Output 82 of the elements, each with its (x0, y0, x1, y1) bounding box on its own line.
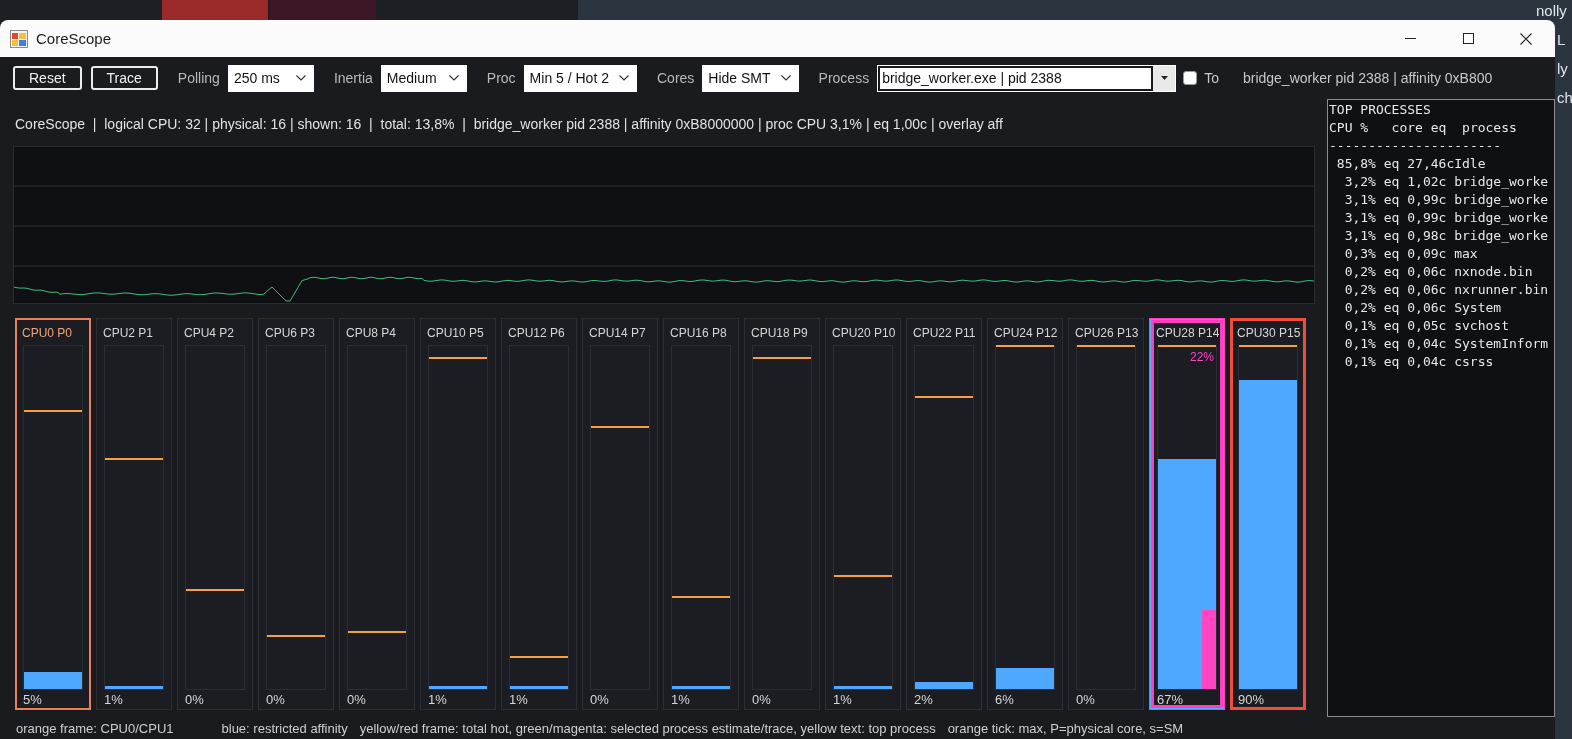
core-percent: 0% (347, 692, 366, 708)
core-percent: 5% (23, 692, 42, 708)
panel-title: TOP PROCESSES (1329, 101, 1431, 119)
process-row-text: 3,1% eq 0,98c bridge_worke (1343, 227, 1549, 245)
process-row-text: 3,1% eq 0,99c bridge_worke (1343, 191, 1549, 209)
chevron-down-icon (780, 75, 791, 81)
process-row-text: 0,2% eq 0,06c System (1343, 299, 1502, 317)
core-label: CPU0 P0 (22, 325, 73, 341)
process-row-text: 0,1% eq 0,05c svchost (1343, 317, 1509, 335)
core-label: CPU14 P7 (589, 325, 646, 341)
core-percent: 0% (266, 692, 285, 708)
dropdown[interactable]: 250 ms (227, 64, 314, 92)
legend-text: yellow/red frame: total hot, green/magenta: selected process estimate/trace, yellow text: top process (359, 720, 936, 736)
core-label: CPU8 P4 (346, 325, 397, 341)
chevron-down-icon (448, 75, 459, 81)
core-percent: 1% (428, 692, 447, 708)
core-label: CPU24 P12 (994, 325, 1058, 341)
status-text: bridge_worker pid 2388 | affinity 0xB800 (1242, 70, 1493, 86)
caret-down-icon (1160, 76, 1168, 80)
process-row-text: 0,2% eq 0,06c nxnode.bin (1343, 263, 1533, 281)
field-label: Polling (177, 70, 220, 86)
background-text: nolly (1536, 1, 1567, 21)
core-label: CPU6 P3 (265, 325, 316, 341)
process-row-text: 3,1% eq 0,99c bridge_worke (1343, 209, 1549, 227)
process-row-text: 0,2% eq 0,06c nxrunner.bin (1343, 281, 1549, 299)
process-row-text: 85,8% eq 27,46cIdle (1335, 155, 1486, 173)
field-label: Inertia (333, 70, 373, 86)
core-percent: 1% (104, 692, 123, 708)
checkbox[interactable] (1183, 71, 1198, 85)
dropdown-button[interactable] (1153, 65, 1176, 91)
core-percent: 67% (1157, 692, 1184, 708)
core-label: CPU4 P2 (184, 325, 235, 341)
summary-text: CoreScope | logical CPU: 32 | physical: 16 | shown: 16 | total: 13,8% | bridge_worker pid 2388 | affinity 0xB8000000 | proc CPU 3,1% | eq 1,00c | overlay aff (15, 115, 1003, 133)
core-percent: 0% (752, 692, 771, 708)
toolbar-button[interactable]: Reset (13, 66, 82, 90)
close-icon (1520, 32, 1532, 45)
maximize-icon (1462, 33, 1474, 44)
process-row-text: 3,2% eq 1,02c bridge_worke (1343, 173, 1549, 191)
core-label: CPU18 P9 (751, 325, 808, 341)
core-percent: 0% (1076, 692, 1095, 708)
core-label: CPU16 P8 (670, 325, 727, 341)
process-row-text: 0,3% eq 0,09c max (1343, 245, 1478, 263)
app-icon (10, 29, 28, 48)
dropdown[interactable]: Hide SMT (702, 64, 799, 92)
core-label: CPU26 P13 (1075, 325, 1139, 341)
core-label: CPU10 P5 (427, 325, 484, 341)
checkbox-label: To (1204, 70, 1219, 86)
core-percent: 1% (509, 692, 528, 708)
background-text: L (1557, 30, 1566, 50)
chevron-down-icon (295, 75, 306, 81)
legend-text: orange frame: CPU0/CPU1 (16, 720, 174, 736)
window-title: CoreScope (36, 30, 112, 47)
field-label: Cores (657, 70, 695, 86)
legend-text: blue: restricted affinity (221, 720, 348, 736)
core-label: CPU30 P15 (1237, 325, 1301, 341)
core-percent: 0% (185, 692, 204, 708)
field-label: Process (818, 70, 870, 86)
column-header: CPU % core eq process (1329, 119, 1517, 137)
toolbar-button[interactable]: Trace (90, 66, 158, 90)
dropdown[interactable]: Min 5 / Hot 2 (523, 64, 637, 92)
minimize-icon (1404, 38, 1416, 39)
divider-text: ---------------------- (1329, 137, 1502, 155)
trace-label: 22% (1189, 350, 1214, 364)
core-percent: 0% (590, 692, 609, 708)
background-text: ch (1557, 88, 1572, 108)
core-label: CPU28 P14 (1156, 325, 1220, 341)
core-label: CPU2 P1 (103, 325, 154, 341)
process-row-text: 0,1% eq 0,04c SystemInform (1343, 335, 1549, 353)
chevron-down-icon (619, 75, 629, 81)
core-label: CPU22 P11 (913, 325, 976, 341)
core-label: CPU20 P10 (832, 325, 896, 341)
legend-text: orange tick: max, P=physical core, s=SM (947, 720, 1184, 736)
process-row-text: 0,1% eq 0,04c csrss (1343, 353, 1494, 371)
background-text: ly (1557, 59, 1568, 79)
core-percent: 1% (833, 692, 852, 708)
core-label: CPU12 P6 (508, 325, 565, 341)
core-percent: 90% (1238, 692, 1265, 708)
core-percent: 6% (995, 692, 1014, 708)
core-percent: 2% (914, 692, 933, 708)
field-label: Proc (486, 70, 516, 86)
core-percent: 1% (671, 692, 690, 708)
dropdown[interactable]: Medium (380, 64, 467, 92)
